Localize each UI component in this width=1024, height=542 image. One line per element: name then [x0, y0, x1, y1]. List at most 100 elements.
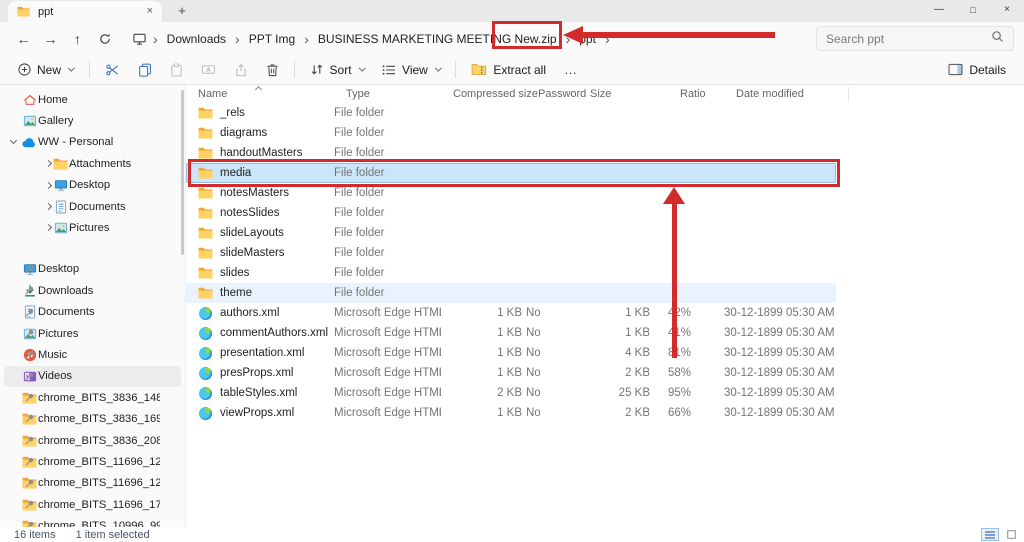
sidebar-item-chrome-bits-11696-1714601212[interactable]: chrome_BITS_11696_1714601212	[4, 494, 181, 515]
breadcrumb-item-ppt-img[interactable]: PPT Img	[244, 32, 300, 46]
file-row-authors-xml[interactable]: authors.xmlMicrosoft Edge HTML Do...1 KB…	[186, 303, 836, 323]
file-row-viewprops-xml[interactable]: viewProps.xmlMicrosoft Edge HTML Do...1 …	[186, 403, 836, 423]
up-button[interactable]: ↑	[64, 26, 91, 52]
file-row-rels[interactable]: _relsFile folder	[186, 103, 836, 123]
file-row-tablestyles-xml[interactable]: tableStyles.xmlMicrosoft Edge HTML Do...…	[186, 383, 836, 403]
file-name: slideLayouts	[220, 227, 284, 239]
column-header-compressed-size[interactable]: Compressed size	[453, 85, 538, 103]
column-header-ratio[interactable]: Ratio	[666, 85, 728, 103]
sidebar-item-desktop[interactable]: Desktop	[4, 175, 181, 196]
file-row-presprops-xml[interactable]: presProps.xmlMicrosoft Edge HTML Do...1 …	[186, 363, 836, 383]
sidebar-item-home[interactable]: Home	[4, 89, 181, 110]
sidebar-item-chrome-bits-3836-1485741494[interactable]: chrome_BITS_3836_1485741494	[4, 387, 181, 408]
file-row-notesmasters[interactable]: notesMastersFile folder	[186, 183, 836, 203]
sidebar-item-chrome-bits-10996-990610127[interactable]: chrome_BITS_10996_990610127	[4, 515, 181, 527]
chevron-down-icon[interactable]	[10, 137, 17, 144]
file-row-commentauthors-xml[interactable]: commentAuthors.xmlMicrosoft Edge HTML Do…	[186, 323, 836, 343]
file-type: File folder	[334, 167, 441, 179]
sidebar-item-documents[interactable]: Documents	[4, 302, 181, 323]
search-input[interactable]	[826, 32, 991, 46]
refresh-button[interactable]	[91, 26, 118, 52]
copy-button[interactable]	[130, 58, 160, 82]
chevron-right-icon: ›	[300, 33, 313, 45]
sidebar-item-pictures[interactable]: Pictures	[4, 217, 181, 238]
cut-button[interactable]	[97, 58, 128, 82]
sidebar-item-pictures[interactable]: Pictures	[4, 323, 181, 344]
breadcrumb-item-business-marketing-meeting-new-zip[interactable]: BUSINESS MARKETING MEETING New.zip	[313, 32, 562, 46]
chevron-right-icon[interactable]	[45, 182, 52, 189]
file-row-notesslides[interactable]: notesSlidesFile folder	[186, 203, 836, 223]
icons-view-toggle[interactable]	[1002, 528, 1020, 541]
chevron-right-icon[interactable]	[45, 160, 52, 167]
details-pane-icon	[948, 63, 963, 76]
sidebar-item-videos[interactable]: Videos	[4, 366, 181, 387]
sidebar-scrollbar[interactable]	[181, 90, 184, 255]
delete-button[interactable]	[258, 58, 287, 82]
sidebar-item-documents[interactable]: Documents	[4, 196, 181, 217]
file-name-cell: presProps.xml	[198, 367, 334, 380]
details-button[interactable]: Details	[940, 58, 1014, 82]
column-header-password-p[interactable]: Password p..	[538, 85, 590, 103]
file-type: Microsoft Edge HTML Do...	[334, 307, 441, 319]
file-date-modified: 30-12-1899 05:30 AM	[716, 407, 836, 419]
file-row-slidemasters[interactable]: slideMastersFile folder	[186, 243, 836, 263]
view-button[interactable]: View	[374, 58, 448, 82]
breadcrumb-item-ppt[interactable]: ppt	[574, 32, 601, 46]
column-header-type[interactable]: Type	[346, 85, 453, 103]
file-date-modified: 30-12-1899 05:30 AM	[716, 347, 836, 359]
sidebar-item-music[interactable]: Music	[4, 344, 181, 365]
back-button[interactable]: ←	[10, 26, 37, 52]
file-ratio: 66%	[654, 407, 716, 419]
file-rows: _relsFile folderdiagramsFile folderhando…	[186, 103, 1024, 423]
sidebar-item-chrome-bits-11696-1277100123[interactable]: chrome_BITS_11696_1277100123	[4, 473, 181, 494]
sidebar-item-desktop[interactable]: Desktop	[4, 259, 181, 280]
paste-icon	[170, 63, 183, 77]
file-row-presentation-xml[interactable]: presentation.xmlMicrosoft Edge HTML Do..…	[186, 343, 836, 363]
file-name-cell: notesMasters	[198, 187, 334, 199]
new-button[interactable]: New	[10, 58, 82, 82]
sidebar-item-attachments[interactable]: Attachments	[4, 153, 181, 174]
sidebar-item-chrome-bits-11696-123081787[interactable]: chrome_BITS_11696_123081787	[4, 451, 181, 472]
see-more-button[interactable]: …	[556, 58, 586, 82]
minimize-button[interactable]: —	[922, 0, 956, 21]
column-header-date-modified[interactable]: Date modified	[728, 85, 848, 103]
file-row-slides[interactable]: slidesFile folder	[186, 263, 836, 283]
file-name-cell: diagrams	[198, 127, 334, 139]
column-header-name[interactable]: Name	[198, 85, 346, 103]
file-row-media[interactable]: mediaFile folder	[186, 163, 836, 183]
column-header-size[interactable]: Size	[590, 85, 666, 103]
tab-close-icon[interactable]: ×	[147, 6, 153, 17]
details-view-toggle[interactable]	[981, 528, 999, 541]
sidebar-item-chrome-bits-3836-2087388051[interactable]: chrome_BITS_3836_2087388051	[4, 430, 181, 451]
breadcrumb-item-downloads[interactable]: Downloads	[162, 32, 231, 46]
file-row-slidelayouts[interactable]: slideLayoutsFile folder	[186, 223, 836, 243]
forward-button[interactable]: →	[37, 26, 64, 52]
maximize-button[interactable]: □	[956, 0, 990, 21]
close-button[interactable]: ×	[990, 0, 1024, 21]
extract-all-button[interactable]: Extract all	[463, 58, 554, 82]
file-size: 2 KB	[578, 407, 654, 419]
this-pc-icon[interactable]	[132, 32, 147, 46]
file-name: handoutMasters	[220, 147, 302, 159]
file-type: Microsoft Edge HTML Do...	[334, 347, 441, 359]
share-button[interactable]	[226, 58, 256, 82]
pin-icon	[22, 520, 37, 527]
paste-button[interactable]	[162, 58, 191, 82]
file-type: Microsoft Edge HTML Do...	[334, 367, 441, 379]
tab-ppt[interactable]: ppt ×	[8, 1, 162, 22]
rename-button[interactable]	[193, 58, 224, 82]
sidebar-item-gallery[interactable]: Gallery	[4, 110, 181, 131]
sidebar-item-chrome-bits-3836-1690602276[interactable]: chrome_BITS_3836_1690602276	[4, 408, 181, 429]
sidebar-item-downloads[interactable]: Downloads	[4, 280, 181, 301]
chevron-right-icon[interactable]	[45, 224, 52, 231]
chevron-down-icon	[68, 65, 74, 71]
new-tab-button[interactable]: +	[172, 2, 192, 20]
sidebar-item-label: Pictures	[38, 328, 78, 340]
sort-button[interactable]: Sort	[302, 58, 373, 82]
sidebar-item-ww-personal[interactable]: WW - Personal	[4, 132, 181, 153]
file-row-handoutmasters[interactable]: handoutMastersFile folder	[186, 143, 836, 163]
search-box[interactable]	[816, 26, 1014, 51]
file-row-theme[interactable]: themeFile folder	[186, 283, 836, 303]
chevron-right-icon[interactable]	[45, 203, 52, 210]
file-row-diagrams[interactable]: diagramsFile folder	[186, 123, 836, 143]
